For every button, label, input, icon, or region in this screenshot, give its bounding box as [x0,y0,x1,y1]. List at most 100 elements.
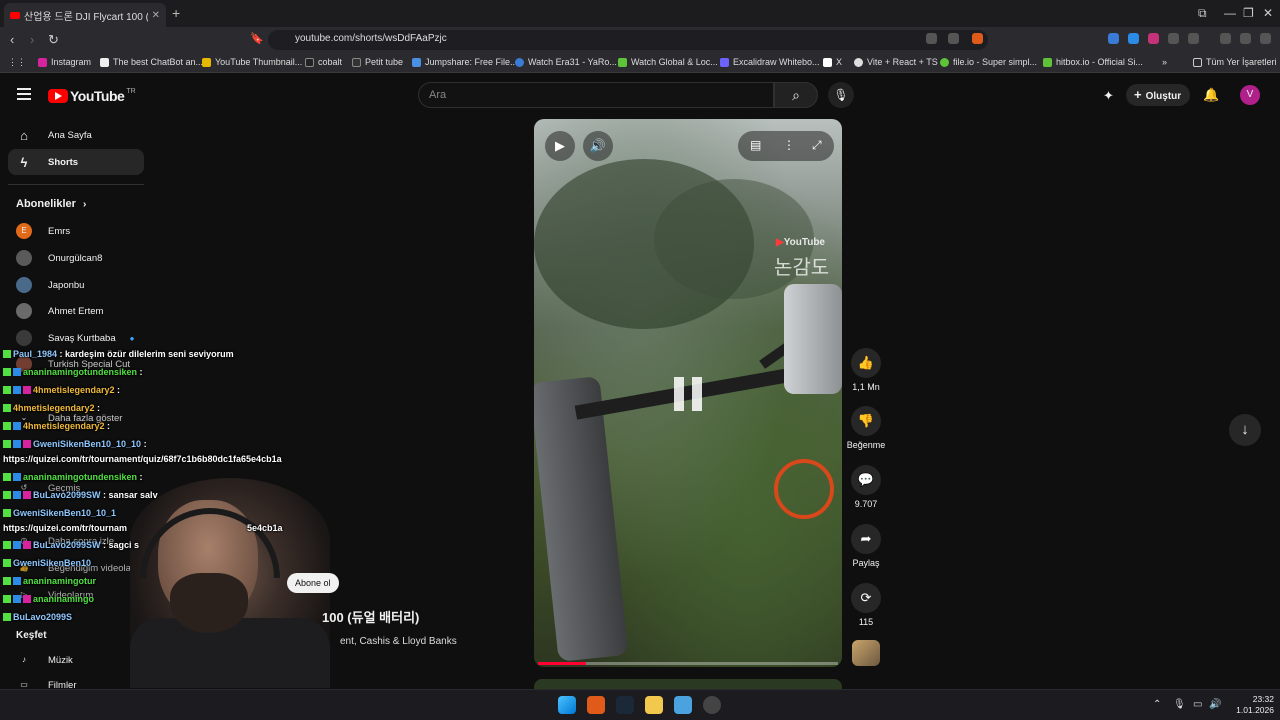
bookmark-x[interactable]: X [823,57,842,67]
windows-start-icon[interactable] [558,696,576,714]
chat-username: GweniSikenBen10_ [13,558,97,568]
youtube-header: YouTube TR Ara ⌕ 🎙 ✦ + Oluştur 🔔 V [0,74,1280,118]
app-icon[interactable] [703,696,721,714]
fullscreen-icon[interactable]: ⤢ [812,138,822,153]
steam-icon[interactable] [616,696,634,714]
extensions-puzzle-icon[interactable] [1168,33,1179,44]
restore-button[interactable]: ❐ [1243,6,1254,20]
captions-icon[interactable]: ▤ [750,138,761,152]
sound-thumbnail[interactable] [852,640,880,666]
brave-shield-icon[interactable] [972,33,983,44]
bookmark-youtube-thumbnail[interactable]: YouTube Thumbnail... [202,57,302,67]
close-window-button[interactable]: ✕ [1263,6,1273,20]
sidebar-icon[interactable] [1188,33,1199,44]
url-text: youtube.com/shorts/wsDdFAaPzjc [295,33,447,44]
system-clock[interactable]: 23:32 1.01.2026 [1228,694,1274,716]
sidebar-item-home[interactable]: ⌂ Ana Sayfa [8,122,144,148]
more-bookmarks-icon[interactable]: » [1162,57,1167,67]
share-button[interactable]: ➦ Paylaş [846,524,886,568]
microphone-tray-icon[interactable]: 🎙 [1173,699,1186,710]
subscription-item[interactable]: Savaş Kurtbaba ● [16,330,134,346]
chat-text: : [104,421,111,431]
chat-message: GweniSikenBen10_ [3,558,96,568]
more-options-icon[interactable]: ⋮ [783,138,795,152]
file-explorer-icon[interactable] [645,696,663,714]
bookmark-petit-tube[interactable]: Petit tube [352,57,403,67]
vite-icon [854,57,863,67]
minimize-button[interactable]: — [1224,6,1236,20]
like-button[interactable]: 👍 1,1 Mn [846,348,886,392]
subscription-item[interactable]: Japonbu [16,277,84,293]
shorts-video-player[interactable]: ▶ 🔊 ▤ ⋮ ⤢ ▶YouTube 논감도 [534,119,842,667]
chat-message: 4hmetislegendary2 : [3,421,110,431]
subscribe-button[interactable]: Abone ol [287,573,339,593]
bookmark-jumpshare[interactable]: Jumpshare: Free File... [412,57,518,67]
subscription-item[interactable]: Onurgülcan8 [16,250,102,266]
comments-button[interactable]: 💬 9.707 [846,465,886,509]
bookmark-era31[interactable]: Watch Era31 - YaRo... [515,57,617,67]
forward-button[interactable]: › [30,32,34,47]
video-music[interactable]: ent, Cashis & Lloyd Banks [340,636,457,647]
dislike-button[interactable]: 👎 Beğenme [846,406,886,450]
volume-button[interactable]: 🔊 [583,131,613,161]
video-title[interactable]: 100 (듀얼 배터리) [322,607,419,626]
volume-tray-icon[interactable]: 🔊 [1209,699,1221,710]
tray-expand-icon[interactable]: ⌃ [1153,699,1161,710]
apps-grid-icon[interactable]: ⋮⋮ [8,57,26,68]
subscription-item[interactable]: E Emrs [16,223,70,239]
extension-icon[interactable] [1148,33,1159,44]
browser-tab[interactable]: 산업용 드론 DJI Flycart 100 (듀얼 배터리) ✕ [4,3,166,27]
search-input[interactable]: Ara [418,82,774,108]
extension-icon[interactable] [1108,33,1119,44]
bookmark-hitbox[interactable]: hitbox.io - Official Si... [1043,57,1143,67]
extension-icon[interactable] [1128,33,1139,44]
pause-icon[interactable] [674,377,704,411]
youtube-logo[interactable]: YouTube TR [48,88,136,104]
media-icon[interactable] [1220,33,1231,44]
subscriptions-heading[interactable]: Abonelikler › [16,198,86,210]
bookmark-excalidraw[interactable]: Excalidraw Whitebo... [720,57,820,67]
brave-browser-icon[interactable] [587,696,605,714]
bookmark-chatbot[interactable]: The best ChatBot an... [100,57,203,67]
bookmark-icon[interactable]: 🔖 [250,32,264,45]
share-icon[interactable] [948,33,959,44]
store-icon[interactable] [674,696,692,714]
install-app-icon[interactable] [926,33,937,44]
reload-button[interactable]: ↻ [48,32,59,48]
subscription-item[interactable]: Ahmet Ertem [16,303,103,319]
all-bookmarks[interactable]: Tüm Yer İşaretleri [1193,57,1277,67]
menu-icon[interactable] [1260,33,1271,44]
bookmark-fileio[interactable]: file.io - Super simpl... [940,57,1037,67]
vpn-icon[interactable] [1240,33,1251,44]
remix-button[interactable]: ⟳ 115 [846,583,886,627]
bookmark-global[interactable]: Watch Global & Loc... [618,57,718,67]
watermark-text: 논감도 [774,257,830,279]
search-button[interactable]: ⌕ [774,82,818,108]
progress-bar[interactable] [538,662,838,665]
chat-badge-icon [23,541,31,549]
next-short-button[interactable]: ↓ [1229,414,1261,446]
window-extensions-icon[interactable]: ⧉ [1198,6,1207,21]
create-sparkle-icon[interactable]: ✦ [1103,88,1114,104]
x-icon [823,57,832,67]
bookmark-vite[interactable]: Vite + React + TS [854,57,938,67]
display-icon[interactable]: ▭ [1193,699,1202,710]
create-button[interactable]: + Oluştur [1126,84,1190,106]
bookmark-cobalt[interactable]: cobalt [305,57,342,67]
play-button[interactable]: ▶ [545,131,575,161]
folder-icon [1193,57,1202,67]
new-tab-button[interactable]: + [172,5,180,21]
chat-text: : [137,367,143,377]
account-avatar[interactable]: V [1240,85,1260,105]
voice-search-button[interactable]: 🎙 [828,82,854,108]
notifications-bell-icon[interactable]: 🔔 [1203,87,1219,103]
back-button[interactable]: ‹ [10,32,14,47]
youtube-favicon-icon [10,11,20,19]
next-video-preview[interactable] [534,679,842,689]
bookmark-label: Watch Era31 - YaRo... [528,57,617,67]
close-tab-icon[interactable]: ✕ [152,10,160,21]
menu-icon[interactable] [17,88,31,103]
sidebar-item-shorts[interactable]: ϟ Shorts [8,149,144,175]
sidebar-item-music[interactable]: ♪ Müzik [16,652,73,668]
bookmark-instagram[interactable]: Instagram [38,57,91,67]
